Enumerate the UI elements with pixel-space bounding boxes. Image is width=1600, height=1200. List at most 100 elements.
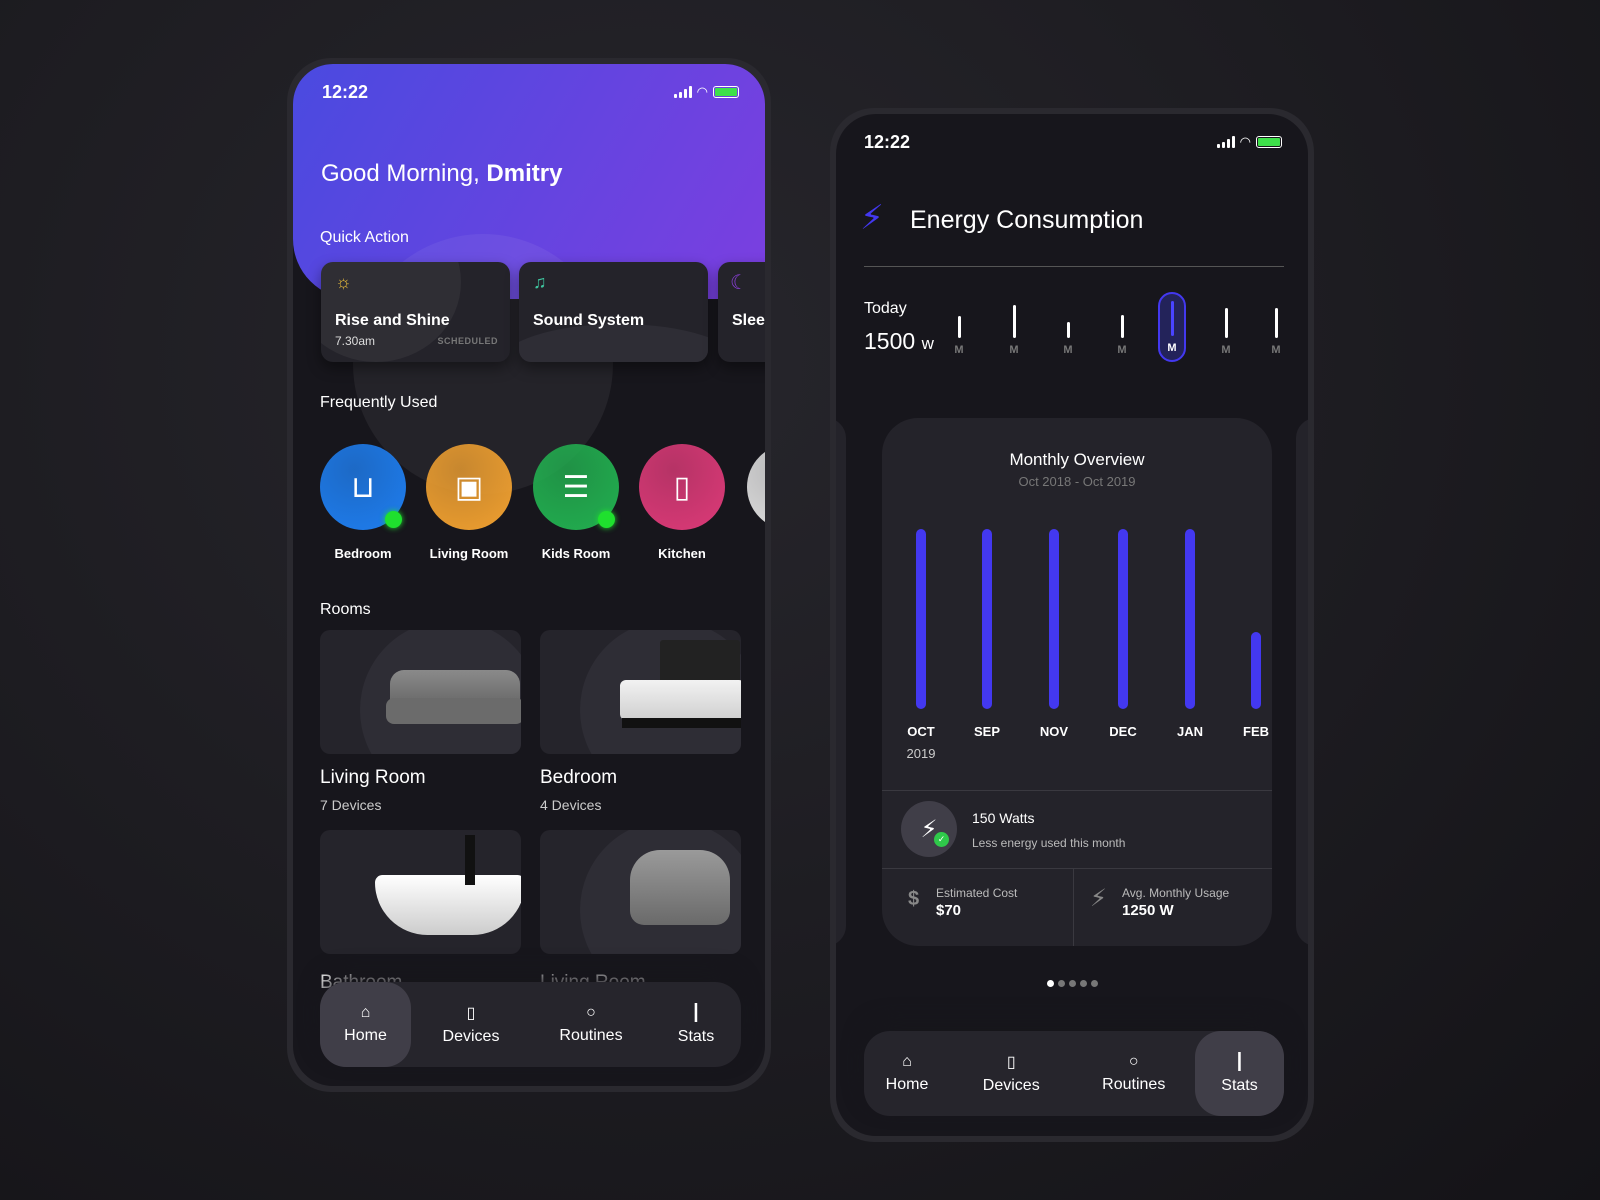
home-screen: 12:22 ◠ Good Morning, Dmitry Quick Actio… [293,64,765,1086]
room-card-bedroom[interactable] [540,630,741,754]
nav-label: Routines [1102,1076,1166,1093]
status-time: 12:22 [864,132,911,152]
nav-routines[interactable]: ○ Routines [1073,1031,1196,1116]
timeline-bar[interactable]: M [1211,292,1241,362]
page-dot[interactable] [1079,980,1087,987]
month-label: OCT [907,724,935,739]
timeline-bar[interactable]: M [1053,292,1083,362]
divider [1073,868,1074,946]
page-dot[interactable] [1068,980,1076,987]
rooms-title: Rooms [320,601,371,618]
prev-card-peek[interactable] [836,418,846,946]
next-card-peek[interactable] [1296,418,1308,946]
room-name: Living Room [320,767,426,788]
room-card-bathroom[interactable] [320,830,521,954]
overview-title: Monthly Overview [1009,450,1145,469]
nav-label: Stats [1221,1077,1258,1094]
bar-nov[interactable] [1049,529,1059,709]
nav-stats[interactable]: ┃ Stats [1195,1031,1284,1116]
timeline-bar[interactable]: M [944,292,974,362]
bottom-nav: ⌂ Home ▯ Devices ○ Routines ┃ Stats [320,982,741,1067]
nav-home[interactable]: ⌂ Home [864,1031,950,1116]
bar-dec[interactable] [1118,529,1128,709]
stat-label: Estimated Cost [936,886,1018,900]
greeting: Good Morning, Dmitry [321,160,562,188]
bar-jan[interactable] [1185,529,1195,709]
summary-value: 150 Watts [972,810,1035,826]
quick-action-title: Quick Action [320,229,409,246]
nav-label: Routines [559,1027,623,1044]
status-icons: ◠ [1216,135,1282,148]
bottom-nav: ⌂ Home ▯ Devices ○ Routines ┃ Stats [864,1031,1284,1116]
bolt-icon: ⚡︎ [860,199,884,237]
timeline-bar[interactable]: M [1107,292,1137,362]
sun-icon: ☼ [335,272,352,292]
air-conditioner-icon: ☰ [562,470,590,504]
bathtub-icon: ⊔ [351,470,375,504]
stat-label: Avg. Monthly Usage [1122,886,1230,900]
card-time: 7.30am [335,334,376,348]
monthly-overview-card: Monthly Overview Oct 2018 - Oct 2019 OCT… [882,418,1272,946]
timeline-bar-mark [1120,314,1124,338]
device-button-2[interactable]: ☰ [533,444,619,530]
timeline-bar[interactable]: M [1261,292,1291,362]
battery-icon [1256,136,1282,148]
bar-feb[interactable] [1251,631,1261,709]
greeting-prefix: Good Morning, [321,160,487,187]
pagination [836,974,1308,992]
summary-text: Less energy used this month [972,836,1126,850]
year-label: 2019 [906,746,936,761]
quick-action-rise-and-shine[interactable]: ☼ Rise and Shine 7.30am SCHEDULED [321,262,510,362]
today-watts: 1500 [864,328,916,354]
timeline-bar[interactable]: M [1158,292,1186,362]
timeline-bar-mark [1066,321,1070,338]
device-button-1[interactable]: ▣ [426,444,512,530]
fridge-icon: ▯ [673,470,691,504]
nav-home[interactable]: ⌂ Home [320,982,411,1067]
routines-icon: ○ [1128,1053,1139,1070]
quick-action-sound-system[interactable]: ♫ Sound System [519,262,708,362]
armchair-image [630,850,730,925]
month-label: JAN [1176,724,1203,739]
bathtub-image [375,875,521,935]
active-indicator [385,511,402,528]
home-icon: ⌂ [902,1053,912,1070]
bar-sep[interactable] [982,529,992,709]
device-button-4[interactable] [747,444,765,530]
bar-oct[interactable] [916,529,926,709]
check-icon: ✓ [934,832,949,847]
timeline-bar-mark [1170,301,1174,336]
active-indicator [598,511,615,528]
room-devices: 4 Devices [540,797,602,813]
nav-stats[interactable]: ┃ Stats [651,982,741,1067]
nav-devices[interactable]: ▯ Devices [411,982,531,1067]
timeline-label: M [1117,344,1127,356]
timeline-bar[interactable]: M [999,292,1029,362]
page-dot[interactable] [1090,980,1098,987]
music-note-icon: ♫ [533,272,547,292]
scheduled-badge: SCHEDULED [437,336,498,346]
home-icon: ⌂ [360,1004,371,1021]
status-icons: ◠ [673,85,739,98]
energy-screen: 12:22 ◠ ⚡︎ Energy Consumption Today 1500… [836,114,1308,1136]
nav-routines[interactable]: ○ Routines [531,982,651,1067]
device-label: l [747,546,765,562]
quick-action-sleep[interactable]: ☾ Slee [718,262,765,362]
device-button-3[interactable]: ▯ [639,444,725,530]
timeline-label: M [1167,342,1177,354]
stats-icon: ┃ [1234,1054,1245,1071]
tv-icon: ▣ [454,470,484,504]
month-label: SEP [973,724,1000,739]
page-dot[interactable] [1046,980,1054,987]
device-button-0[interactable]: ⊔ [320,444,406,530]
room-card-living-room-2[interactable] [540,830,741,954]
room-card-living-room[interactable] [320,630,521,754]
home-phone: 12:22 ◠ Good Morning, Dmitry Quick Actio… [287,58,771,1092]
nav-devices[interactable]: ▯ Devices [950,1031,1073,1116]
battery-icon [713,86,739,98]
signal-icon [673,86,692,98]
timeline-bar-mark [1224,307,1228,338]
page-dot[interactable] [1057,980,1065,987]
timeline-bar-mark [1274,307,1278,338]
remote-icon: ▯ [1006,1054,1016,1071]
